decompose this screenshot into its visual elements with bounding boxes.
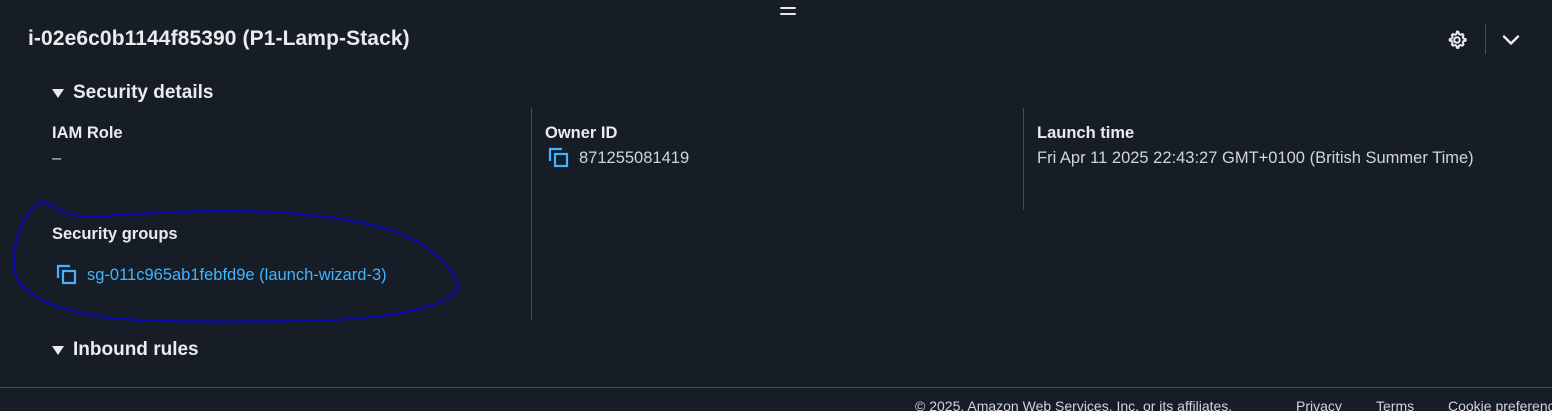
owner-id-row: 871255081419 bbox=[548, 147, 689, 169]
inbound-rules-toggle[interactable]: Inbound rules bbox=[52, 339, 199, 361]
caret-down-icon bbox=[52, 88, 64, 98]
footer-divider bbox=[0, 387, 1552, 388]
collapse-panel-button[interactable] bbox=[1498, 27, 1524, 53]
security-groups-label: Security groups bbox=[52, 225, 178, 243]
owner-id-label: Owner ID bbox=[545, 124, 618, 142]
section-heading: Security details bbox=[73, 82, 214, 103]
section-heading: Inbound rules bbox=[73, 339, 199, 360]
footer-privacy-link[interactable]: Privacy bbox=[1296, 398, 1342, 411]
footer-cookie-preferences-link[interactable]: Cookie preferences bbox=[1448, 398, 1552, 411]
copy-icon[interactable] bbox=[548, 147, 570, 169]
security-group-row: sg-011c965ab1febfd9e (launch-wizard-3) bbox=[56, 264, 387, 286]
iam-role-value: – bbox=[52, 149, 62, 167]
header-divider bbox=[1485, 24, 1486, 54]
footer-copyright: © 2025, Amazon Web Services, Inc. or its… bbox=[915, 398, 1233, 411]
column-divider bbox=[531, 108, 532, 320]
caret-down-icon bbox=[52, 345, 64, 355]
drag-handle-icon bbox=[780, 7, 796, 9]
footer-terms-link[interactable]: Terms bbox=[1376, 398, 1414, 411]
panel-title: i-02e6c0b1144f85390 (P1-Lamp-Stack) bbox=[28, 27, 410, 50]
gear-icon bbox=[1448, 30, 1467, 49]
chevron-down-icon bbox=[1502, 35, 1520, 45]
hand-drawn-circle-annotation bbox=[12, 201, 459, 323]
launch-time-value: Fri Apr 11 2025 22:43:27 GMT+0100 (Briti… bbox=[1037, 149, 1474, 167]
copy-icon[interactable] bbox=[56, 264, 78, 286]
owner-id-value: 871255081419 bbox=[579, 148, 690, 167]
settings-button[interactable] bbox=[1444, 27, 1470, 53]
security-details-toggle[interactable]: Security details bbox=[52, 82, 213, 104]
panel-resize-handle[interactable] bbox=[780, 7, 796, 19]
security-group-link[interactable]: sg-011c965ab1febfd9e (launch-wizard-3) bbox=[87, 266, 387, 285]
iam-role-label: IAM Role bbox=[52, 124, 123, 142]
launch-time-label: Launch time bbox=[1037, 124, 1135, 142]
column-divider bbox=[1023, 108, 1024, 210]
